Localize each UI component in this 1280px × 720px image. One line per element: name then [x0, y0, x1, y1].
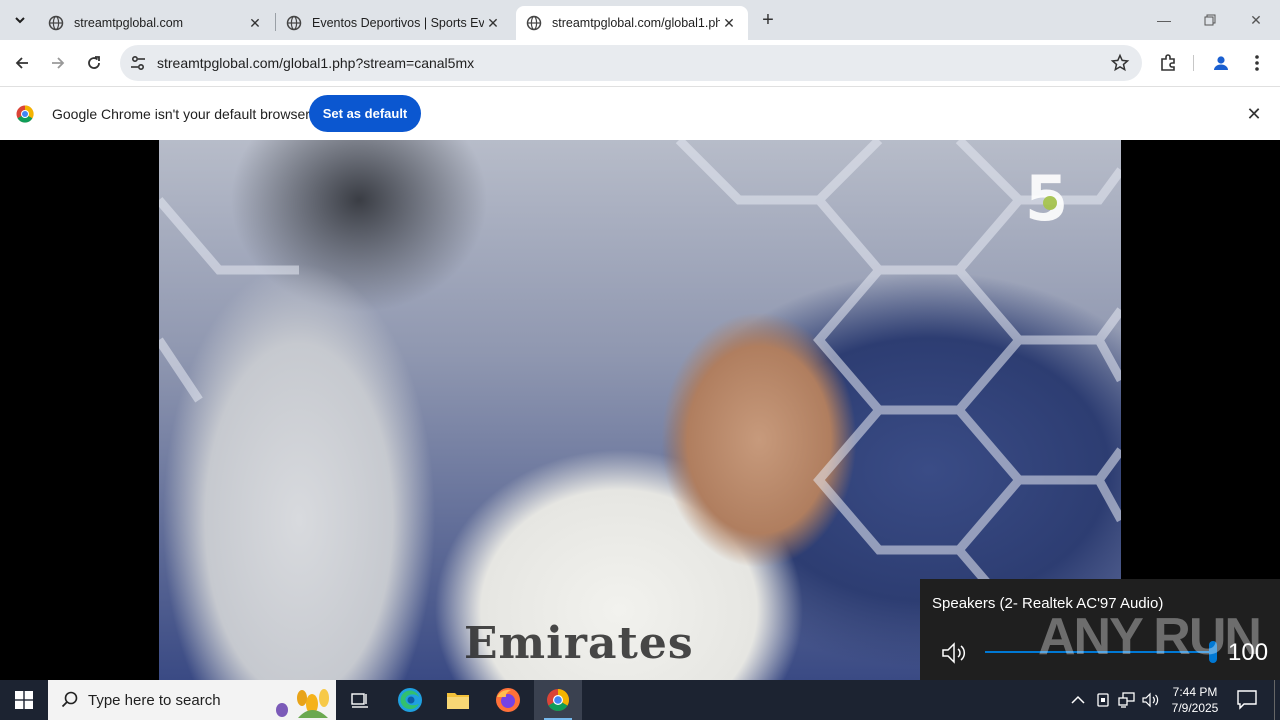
start-button[interactable] — [0, 680, 48, 720]
tray-volume-button[interactable] — [1141, 690, 1161, 710]
tab-strip: streamtpglobal.com ✕ Eventos Deportivos … — [0, 0, 1280, 40]
volume-icon — [1142, 692, 1159, 708]
tray-overflow-button[interactable] — [1068, 690, 1088, 710]
speaker-icon[interactable] — [940, 641, 968, 665]
puzzle-icon — [1161, 54, 1175, 71]
kebab-menu-icon — [1255, 55, 1259, 71]
tray-network-button[interactable] — [1117, 690, 1137, 710]
profile-button[interactable] — [1207, 49, 1235, 77]
reload-button[interactable] — [80, 49, 108, 77]
task-view-button[interactable] — [336, 680, 384, 720]
usb-device-icon — [1097, 693, 1109, 707]
infobar-close-button[interactable]: ✕ — [1244, 104, 1264, 124]
taskbar-search[interactable]: Type here to search — [48, 680, 336, 720]
folder-icon — [447, 693, 469, 709]
tab-eventos-deportivos[interactable]: Eventos Deportivos | Sports Eve ✕ — [276, 6, 512, 40]
tab-streamtpglobal[interactable]: streamtpglobal.com ✕ — [38, 6, 274, 40]
search-placeholder: Type here to search — [88, 692, 221, 709]
tab-title: streamtpglobal.com — [74, 16, 184, 30]
search-highlight-flowers-icon — [276, 689, 329, 718]
site-settings-icon[interactable] — [128, 53, 148, 73]
task-view-icon — [351, 693, 368, 708]
arrow-left-icon — [15, 57, 28, 69]
set-default-button[interactable]: Set as default — [309, 95, 421, 132]
address-bar[interactable]: streamtpglobal.com/global1.php?stream=ca… — [120, 45, 1142, 81]
bookmark-star-icon[interactable] — [1110, 53, 1130, 73]
taskbar-edge[interactable] — [386, 680, 434, 720]
new-tab-button[interactable]: + — [756, 8, 780, 32]
tab-close-button[interactable]: ✕ — [720, 14, 738, 32]
taskbar-firefox[interactable] — [484, 680, 532, 720]
restore-button[interactable] — [1187, 0, 1233, 40]
taskbar: Type here to search 7:44 PM 7/9/2025 — [0, 680, 1280, 720]
minimize-button[interactable]: — — [1141, 0, 1187, 40]
tab-search-button[interactable] — [6, 6, 34, 34]
url-text[interactable]: streamtpglobal.com/global1.php?stream=ca… — [157, 55, 474, 71]
tab-title: Eventos Deportivos | Sports Eve — [312, 16, 484, 30]
taskbar-file-explorer[interactable] — [434, 680, 482, 720]
show-desktop-button[interactable] — [1274, 680, 1275, 720]
clock-date: 7/9/2025 — [1171, 701, 1219, 715]
taskbar-chrome[interactable] — [534, 680, 582, 720]
network-icon — [1118, 692, 1135, 708]
globe-icon — [526, 15, 542, 31]
windows-logo-icon — [15, 691, 33, 709]
tray-device-button[interactable] — [1093, 690, 1113, 710]
tab-global1-active[interactable]: streamtpglobal.com/global1.ph ✕ — [516, 6, 748, 40]
chevron-down-icon — [15, 17, 25, 24]
jersey-sponsor-text: Emirates — [464, 618, 694, 669]
chrome-logo-icon — [16, 105, 34, 123]
toolbar-divider — [1193, 55, 1194, 71]
taskbar-clock[interactable]: 7:44 PM 7/9/2025 — [1162, 684, 1228, 716]
default-browser-infobar: Google Chrome isn't your default browser… — [0, 86, 1280, 140]
search-icon — [61, 691, 78, 708]
clock-time: 7:44 PM — [1172, 685, 1218, 699]
forward-button[interactable] — [44, 49, 72, 77]
channel-logo-star — [1043, 196, 1057, 210]
menu-button[interactable] — [1243, 49, 1271, 77]
firefox-icon — [496, 688, 520, 712]
close-window-button[interactable]: ✕ — [1233, 0, 1279, 40]
channel-logo: 5 — [1025, 162, 1068, 235]
anyrun-watermark: ANY RUN — [1038, 608, 1262, 666]
chrome-icon — [547, 689, 569, 711]
globe-icon — [48, 15, 64, 31]
notification-center-icon[interactable] — [1236, 688, 1258, 710]
tab-close-button[interactable]: ✕ — [246, 14, 264, 32]
back-button[interactable] — [8, 49, 36, 77]
edge-icon — [398, 688, 422, 712]
avatar-icon — [1214, 56, 1228, 70]
arrow-right-icon — [52, 57, 65, 69]
restore-icon — [1204, 14, 1216, 26]
reload-icon — [88, 56, 100, 69]
infobar-message: Google Chrome isn't your default browser — [52, 106, 310, 122]
tab-title: streamtpglobal.com/global1.ph — [552, 16, 720, 30]
extensions-button[interactable] — [1154, 49, 1182, 77]
globe-icon — [286, 15, 302, 31]
chevron-up-icon — [1071, 695, 1085, 704]
tab-close-button[interactable]: ✕ — [484, 14, 502, 32]
